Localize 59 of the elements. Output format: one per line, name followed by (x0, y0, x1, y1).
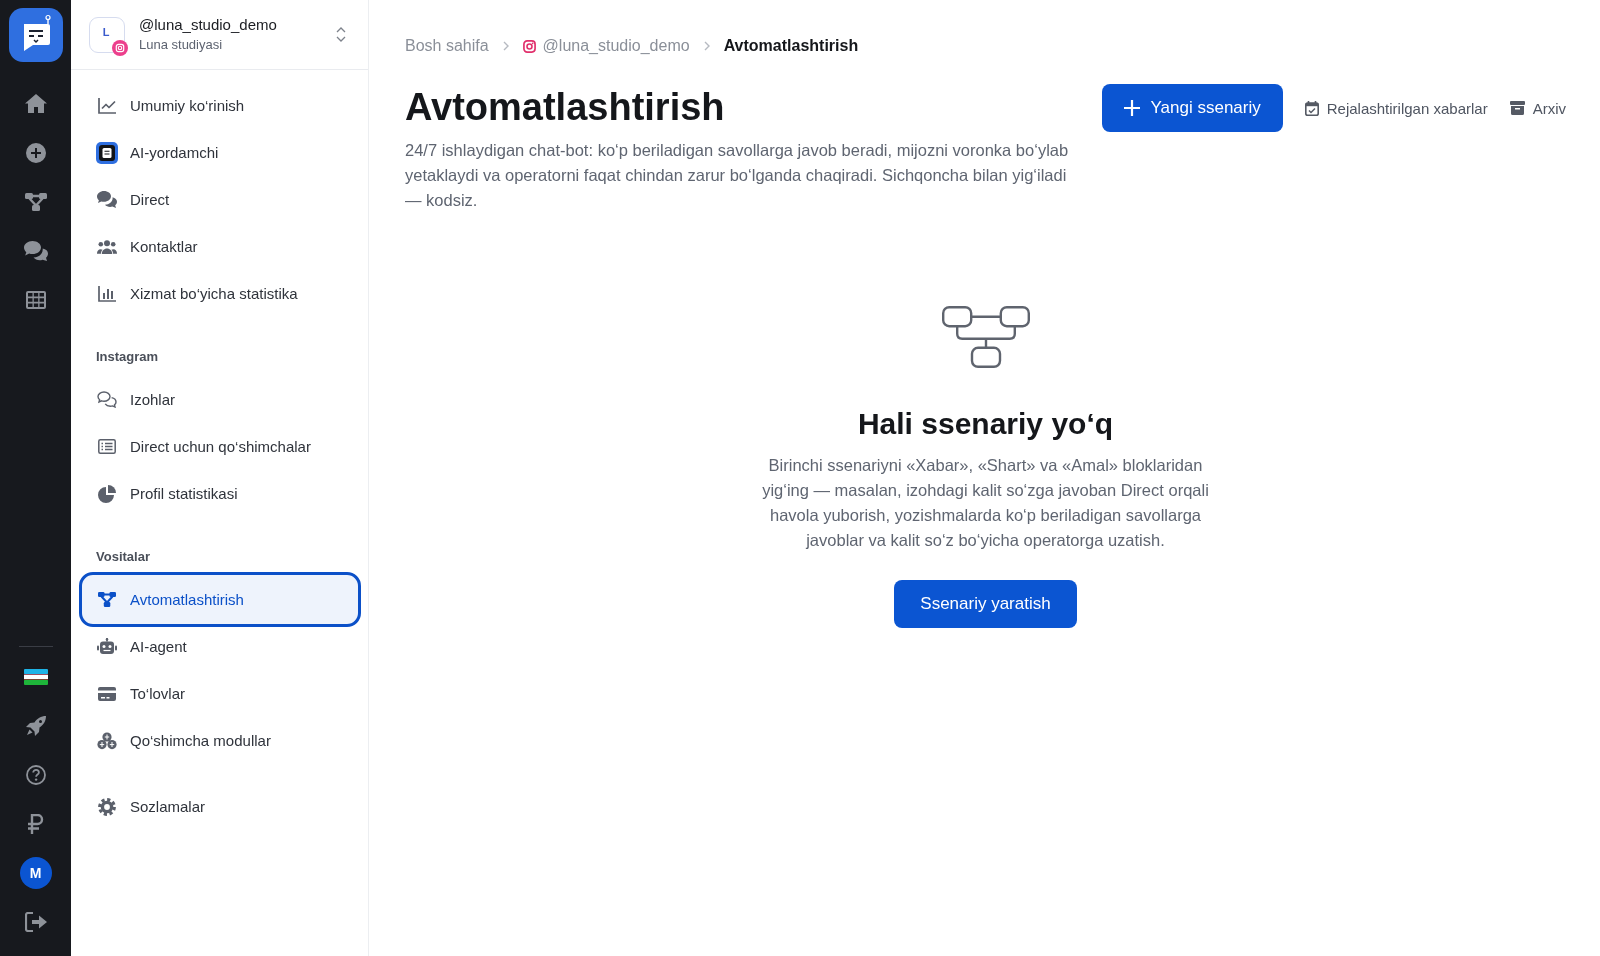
empty-state-text: Birinchi ssenariyni «Xabar», «Shart» va «Amal» bloklaridan yig‘ing — masalan, izohdagi kalit so‘zga javoban Direct orqali havola yuborish, yozishmalarda ko‘p beriladigan savollarga javoblar va kalit so‘z bo‘yicha operatorga uzatish. (761, 455, 1210, 551)
ruble-icon[interactable] (27, 813, 44, 834)
cubes-icon (97, 731, 117, 750)
chat-bubbles-icon (97, 191, 117, 208)
new-scenario-button[interactable]: Yangi ssenariy (1102, 84, 1283, 132)
section-heading: Instagram (96, 348, 160, 366)
calendar-check-icon (1304, 100, 1319, 116)
page-description: 24/7 ishlaydigan chat-bot: ko‘p beriladigan savollarga javob beradi, mijozni voronka bo‘ylab yetaklaydi va operatorni faqat chindan zarur bo‘lganda chaqiradi. Sichqoncha bilan yig‘iladi — kodsiz. (405, 140, 1070, 211)
toolbar-link[interactable]: Rejalashtirilgan xabarlar (1304, 99, 1488, 117)
nav-item[interactable]: Direct (79, 176, 361, 223)
nodes-icon (98, 592, 116, 607)
page-title: Avtomatlashtirish (405, 85, 726, 130)
empty-state-title: Hali ssenariy yo‘q (857, 406, 1114, 442)
toolbar-link[interactable]: Arxiv (1509, 99, 1566, 117)
list-icon (98, 439, 116, 454)
home-icon[interactable] (24, 94, 47, 113)
chat-bot-logo-icon[interactable] (8, 8, 63, 62)
flag-icon[interactable] (23, 668, 48, 685)
chevron-updown-icon[interactable] (336, 27, 346, 42)
flow-diagram-icon (941, 306, 1030, 368)
instagram-badge-icon (112, 39, 128, 56)
nav-item[interactable]: Izohlar (79, 376, 361, 423)
nav-item[interactable]: To‘lovlar (79, 670, 361, 717)
nodes-icon[interactable] (24, 192, 47, 211)
help-icon[interactable] (25, 764, 46, 785)
robot-icon (97, 638, 117, 655)
nav-item[interactable]: AI-yordamchi (79, 129, 361, 176)
nav-item[interactable]: Direct uchun qo‘shimchalar (79, 423, 361, 470)
create-scenario-button[interactable]: Ssenariy yaratish (894, 580, 1077, 628)
nav-item[interactable]: Umumiy ko‘rinish (79, 82, 361, 129)
logout-icon[interactable] (24, 911, 47, 932)
archive-box-icon (1509, 101, 1525, 115)
user-avatar[interactable]: M (19, 856, 52, 889)
nav-item[interactable]: Kontaktlar (79, 223, 361, 270)
nav-item[interactable]: Qo‘shimcha modullar (79, 717, 361, 764)
chevron-right-icon (703, 41, 710, 51)
nav-item[interactable]: Xizmat bo‘yicha statistika (79, 270, 361, 317)
line-chart-icon (98, 97, 116, 114)
instagram-icon (522, 39, 536, 53)
rocket-icon[interactable] (25, 715, 46, 736)
nav-item[interactable]: Profil statistikasi (79, 470, 361, 517)
section-heading: Vositalar (96, 548, 151, 566)
nav-item[interactable]: Avtomatlashtirish (79, 572, 361, 627)
add-icon[interactable] (25, 142, 46, 163)
nav-item[interactable]: Sozlamalar (79, 783, 361, 830)
account-subtitle: Luna studiyasi (139, 37, 224, 53)
card-icon (98, 686, 116, 701)
breadcrumb-current: Avtomatlashtirish (723, 36, 859, 56)
chat-tile-icon (96, 141, 118, 164)
speech-bubbles-icon (97, 391, 117, 408)
chevron-right-icon (502, 41, 509, 51)
settings-icon (98, 797, 116, 816)
people-icon (97, 239, 117, 254)
chat-bubbles-icon[interactable] (23, 240, 48, 261)
account-name: @luna_studio_demo (139, 16, 278, 34)
grid-icon[interactable] (25, 290, 46, 309)
pie-chart-icon (98, 484, 116, 503)
plus-icon (1124, 100, 1141, 116)
bar-chart-icon (98, 285, 116, 302)
